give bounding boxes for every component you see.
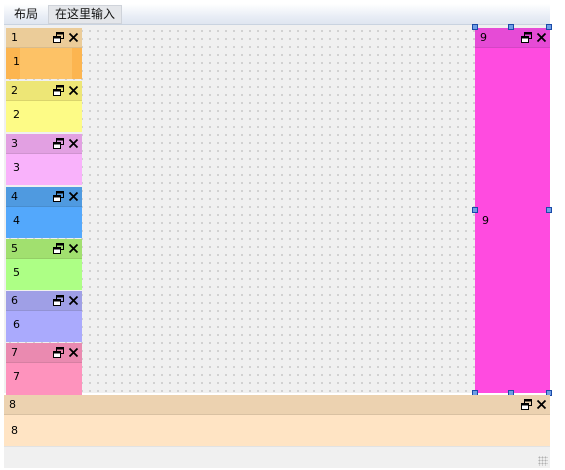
menu-item-type-here[interactable]: 在这里输入 bbox=[48, 5, 123, 24]
left-dock-panel-2-header[interactable]: 2 bbox=[6, 81, 82, 101]
menu-bar: 布局 在这里输入 bbox=[4, 4, 550, 25]
restore-icon[interactable] bbox=[53, 191, 64, 202]
restore-icon[interactable] bbox=[53, 138, 64, 149]
close-icon[interactable] bbox=[536, 399, 547, 410]
close-icon[interactable] bbox=[68, 295, 79, 306]
restore-icon[interactable] bbox=[521, 399, 532, 410]
selection-handle[interactable] bbox=[472, 207, 478, 213]
left-dock-panel-7-header[interactable]: 7 bbox=[6, 343, 82, 363]
selection-handle[interactable] bbox=[546, 207, 552, 213]
left-dock-panel-2-content: 2 bbox=[6, 101, 82, 132]
design-canvas[interactable] bbox=[4, 25, 550, 393]
right-dock-9-header[interactable]: 9 bbox=[475, 28, 550, 48]
selection-handle[interactable] bbox=[546, 24, 552, 30]
close-icon[interactable] bbox=[68, 243, 79, 254]
right-dock-9-title: 9 bbox=[480, 31, 487, 44]
close-icon[interactable] bbox=[68, 347, 79, 358]
close-icon[interactable] bbox=[68, 138, 79, 149]
restore-icon[interactable] bbox=[53, 347, 64, 358]
left-dock-panel-5-content: 5 bbox=[6, 259, 82, 290]
close-icon[interactable] bbox=[536, 32, 547, 43]
left-dock-panel-1-content: 1 bbox=[6, 48, 82, 79]
restore-icon[interactable] bbox=[53, 295, 64, 306]
left-dock-panel-7-content: 7 bbox=[6, 363, 82, 395]
close-icon[interactable] bbox=[68, 85, 79, 96]
left-dock-panel-6-title: 6 bbox=[11, 294, 18, 307]
right-dock-9-content: 9 bbox=[475, 48, 550, 393]
left-dock-panel-2-title: 2 bbox=[11, 84, 18, 97]
left-dock-panel-4-header[interactable]: 4 bbox=[6, 187, 82, 207]
restore-icon[interactable] bbox=[53, 243, 64, 254]
left-dock-panel-5-header[interactable]: 5 bbox=[6, 239, 82, 259]
selection-handle[interactable] bbox=[508, 24, 514, 30]
left-dock-panel-7-title: 7 bbox=[11, 346, 18, 359]
restore-icon[interactable] bbox=[53, 85, 64, 96]
restore-icon[interactable] bbox=[53, 32, 64, 43]
left-dock-panel-3-header[interactable]: 3 bbox=[6, 134, 82, 154]
left-dock-panel-5-title: 5 bbox=[11, 242, 18, 255]
left-dock-panel-1-title: 1 bbox=[11, 31, 18, 44]
restore-icon[interactable] bbox=[521, 32, 532, 43]
bottom-dock-8-header[interactable]: 8 bbox=[4, 395, 550, 415]
close-icon[interactable] bbox=[68, 32, 79, 43]
left-dock-panel-3-title: 3 bbox=[11, 137, 18, 150]
status-bar bbox=[4, 446, 550, 468]
bottom-dock-8-content: 8 bbox=[4, 415, 550, 446]
menu-item-layout[interactable]: 布局 bbox=[8, 5, 44, 24]
resize-grip[interactable] bbox=[538, 456, 548, 466]
left-dock-panel-1-header[interactable]: 1 bbox=[6, 28, 82, 48]
left-dock-panel-6-content: 6 bbox=[6, 311, 82, 342]
bottom-dock-8-title: 8 bbox=[9, 398, 16, 411]
left-dock-panel-6-header[interactable]: 6 bbox=[6, 291, 82, 311]
left-dock-panel-4-content: 4 bbox=[6, 207, 82, 238]
left-dock-panel-3-content: 3 bbox=[6, 154, 82, 185]
close-icon[interactable] bbox=[68, 191, 79, 202]
left-dock-panel-4-title: 4 bbox=[11, 190, 18, 203]
selection-handle[interactable] bbox=[472, 24, 478, 30]
